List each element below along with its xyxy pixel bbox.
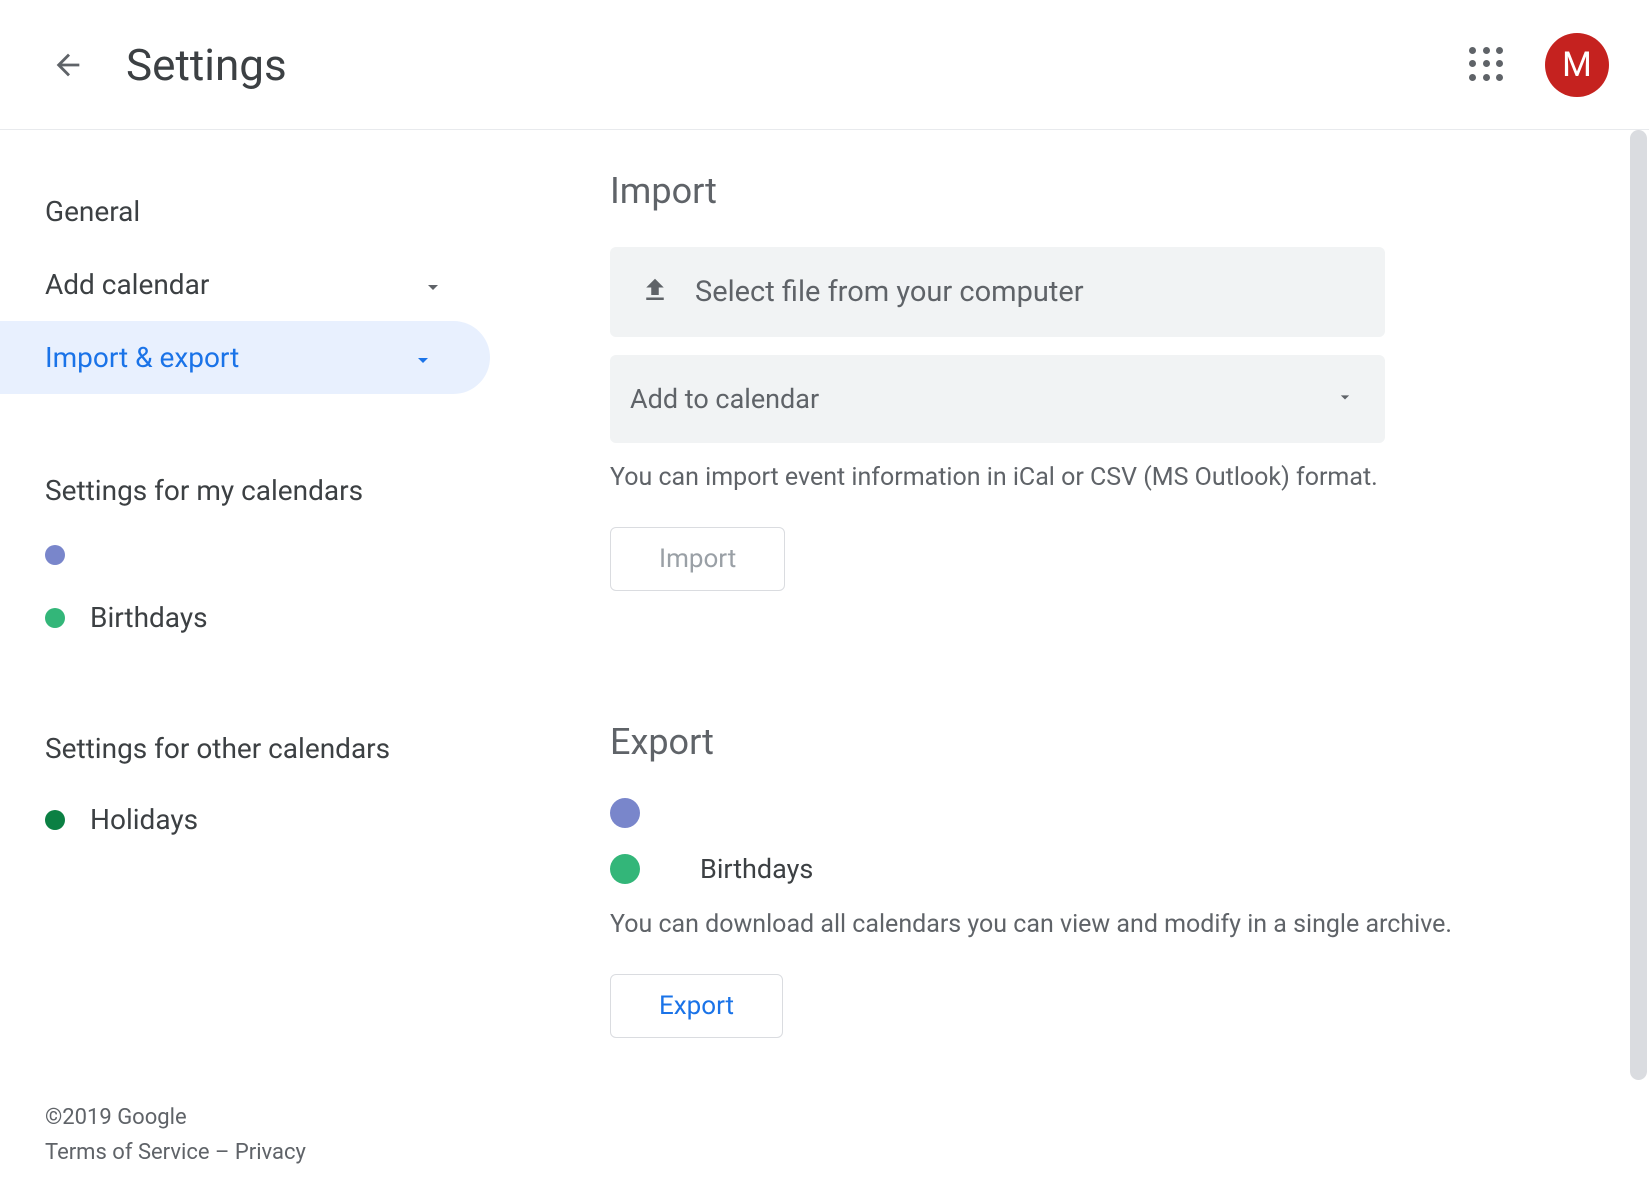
apps-dot-icon xyxy=(1483,47,1490,54)
calendar-color-dot xyxy=(45,810,65,830)
other-calendar-item[interactable]: Holidays xyxy=(0,785,490,854)
calendar-color-dot xyxy=(610,798,640,828)
calendar-color-dot xyxy=(45,608,65,628)
add-to-calendar-dropdown[interactable]: Add to calendar xyxy=(610,355,1385,443)
calendar-label: Birthdays xyxy=(90,601,208,634)
apps-launcher-button[interactable] xyxy=(1469,47,1505,83)
dropdown-label: Add to calendar xyxy=(630,383,819,415)
page-title: Settings xyxy=(126,39,287,91)
header: Settings M xyxy=(0,0,1649,130)
my-calendars-title: Settings for my calendars xyxy=(0,444,490,527)
import-help-text: You can import event information in iCal… xyxy=(610,463,1529,492)
my-calendar-item[interactable] xyxy=(0,527,490,583)
calendar-color-dot xyxy=(610,854,640,884)
apps-dot-icon xyxy=(1496,74,1503,81)
other-calendars-title: Settings for other calendars xyxy=(0,702,490,785)
export-calendar-item xyxy=(610,798,1529,828)
main-content: Import Select file from your computer Ad… xyxy=(490,130,1649,1200)
apps-dot-icon xyxy=(1483,74,1490,81)
nav-label: Add calendar xyxy=(45,268,209,301)
apps-dot-icon xyxy=(1469,60,1476,67)
apps-dot-icon xyxy=(1483,60,1490,67)
nav-import-export[interactable]: Import & export xyxy=(0,321,490,394)
upload-icon xyxy=(640,275,670,309)
select-file-button[interactable]: Select file from your computer xyxy=(610,247,1385,337)
back-arrow-button[interactable] xyxy=(50,47,86,83)
footer-links: Terms of Service – Privacy xyxy=(45,1135,306,1170)
nav-label: Import & export xyxy=(45,341,239,374)
copyright: ©2019 Google xyxy=(45,1100,306,1135)
header-right: M xyxy=(1469,33,1609,97)
export-title: Export xyxy=(610,721,1529,763)
apps-dot-icon xyxy=(1496,60,1503,67)
import-button[interactable]: Import xyxy=(610,527,785,591)
calendar-color-dot xyxy=(45,545,65,565)
import-title: Import xyxy=(610,170,1529,212)
scrollbar[interactable] xyxy=(1630,130,1647,1080)
export-calendar-item: Birthdays xyxy=(610,853,1529,885)
footer: ©2019 Google Terms of Service – Privacy xyxy=(45,1100,306,1170)
nav-label: General xyxy=(45,195,140,228)
export-help-text: You can download all calendars you can v… xyxy=(610,910,1529,939)
export-section: Export Birthdays You can download all ca… xyxy=(610,721,1529,1038)
calendar-label: Holidays xyxy=(90,803,198,836)
separator: – xyxy=(210,1140,235,1165)
arrow-back-icon xyxy=(51,48,85,82)
body: General Add calendar Import & export Set… xyxy=(0,130,1649,1200)
apps-dot-icon xyxy=(1496,47,1503,54)
header-left: Settings xyxy=(50,39,287,91)
dropdown-arrow-icon xyxy=(1335,387,1355,411)
select-file-label: Select file from your computer xyxy=(695,275,1084,309)
sidebar: General Add calendar Import & export Set… xyxy=(0,130,490,1200)
account-avatar[interactable]: M xyxy=(1545,33,1609,97)
privacy-link[interactable]: Privacy xyxy=(235,1140,306,1165)
terms-link[interactable]: Terms of Service xyxy=(45,1140,210,1165)
apps-dot-icon xyxy=(1469,47,1476,54)
apps-dot-icon xyxy=(1469,74,1476,81)
nav-add-calendar[interactable]: Add calendar xyxy=(0,248,490,321)
export-calendar-label: Birthdays xyxy=(700,853,813,885)
chevron-down-icon xyxy=(421,273,445,297)
export-button[interactable]: Export xyxy=(610,974,783,1038)
my-calendar-item[interactable]: Birthdays xyxy=(0,583,490,652)
nav-general[interactable]: General xyxy=(0,175,490,248)
chevron-down-icon xyxy=(411,346,435,370)
